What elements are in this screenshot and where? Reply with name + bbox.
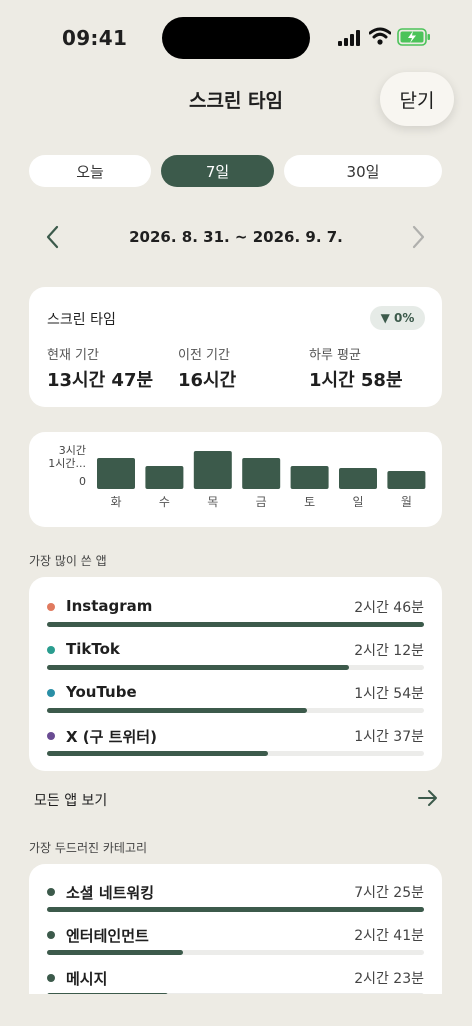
summary-title: 스크린 타임 <box>47 312 116 328</box>
change-badge: ▼ 0% <box>370 306 425 330</box>
wifi-icon <box>369 27 391 45</box>
usage-progress-track <box>47 708 424 713</box>
usage-progress-fill <box>47 665 349 670</box>
categories-card: 소셜 네트워킹 7시간 25분엔터테인먼트 2시간 41분메시지 2시간 23분 <box>29 864 442 994</box>
y-tick-label: 0 <box>79 475 86 488</box>
usage-progress-fill <box>47 907 424 912</box>
chart-bar[interactable] <box>242 458 281 489</box>
category-row-duration: 7시간 25분 <box>354 885 424 901</box>
app-row-name: YouTube <box>66 683 137 701</box>
app-row-name: X (구 트위터) <box>66 728 157 746</box>
x-tick-label: 목 <box>207 495 218 509</box>
app-row-name: TikTok <box>66 640 120 658</box>
tab-7-days[interactable]: 7일 <box>161 155 274 187</box>
top-apps-section-label: 가장 많이 쓴 앱 <box>29 554 107 568</box>
stat-current-label: 현재 기간 <box>47 348 99 363</box>
usage-progress-fill <box>47 751 268 756</box>
close-button[interactable]: 닫기 <box>380 72 454 126</box>
x-tick-label: 수 <box>159 495 170 509</box>
usage-bar-chart: 3시간1시간... 0 화 수 목 금 토 일 월 <box>48 444 426 509</box>
app-row[interactable]: Instagram 2시간 46분 <box>29 597 442 637</box>
tab-30-days[interactable]: 30일 <box>284 155 442 187</box>
see-all-apps-button[interactable]: 모든 앱 보기 <box>29 784 442 814</box>
category-row[interactable]: 엔터테인먼트 2시간 41분 <box>29 925 442 965</box>
see-all-apps-label: 모든 앱 보기 <box>34 793 108 809</box>
status-bar: 09:41 <box>0 0 472 78</box>
category-row-duration: 2시간 41분 <box>354 928 424 944</box>
usage-progress-track <box>47 665 424 670</box>
chevron-right-icon[interactable] <box>405 222 431 252</box>
status-time: 09:41 <box>62 26 128 50</box>
usage-chart-card: 3시간 1시간... 0 화 수 목 금 토 일 월 <box>29 432 442 527</box>
stat-previous-label: 이전 기간 <box>178 348 230 363</box>
usage-progress-track <box>47 622 424 627</box>
chart-bar[interactable] <box>193 451 232 489</box>
app-row-name: Instagram <box>66 597 153 615</box>
color-dot <box>47 931 55 939</box>
x-tick-label: 토 <box>304 495 315 509</box>
summary-card: 스크린 타임 ▼ 0% 현재 기간 13시간 47분 이전 기간 16시간 하루… <box>29 287 442 407</box>
color-dot <box>47 732 55 740</box>
usage-progress-track <box>47 993 424 994</box>
category-row-name: 메시지 <box>66 970 108 988</box>
category-row-duration: 2시간 23분 <box>354 971 424 987</box>
app-row-duration: 1시간 37분 <box>354 729 424 745</box>
app-row-duration: 1시간 54분 <box>354 686 424 702</box>
tab-today[interactable]: 오늘 <box>29 155 151 187</box>
categories-section-label: 가장 두드러진 카테고리 <box>29 841 148 855</box>
x-tick-label: 일 <box>352 495 363 509</box>
stat-current-value: 13시간 47분 <box>47 370 154 391</box>
app-row[interactable]: TikTok 2시간 12분 <box>29 640 442 680</box>
usage-progress-track <box>47 950 424 955</box>
battery-charging-icon <box>397 28 430 46</box>
category-row-name: 소셜 네트워킹 <box>66 884 155 902</box>
chart-bar[interactable] <box>145 466 184 489</box>
usage-progress-fill <box>47 993 168 994</box>
stat-daily-average-label: 하루 평균 <box>309 348 361 363</box>
signal-icon <box>338 30 360 46</box>
usage-progress-track <box>47 907 424 912</box>
category-row[interactable]: 메시지 2시간 23분 <box>29 968 442 994</box>
category-row[interactable]: 소셜 네트워킹 7시간 25분 <box>29 882 442 922</box>
app-row[interactable]: X (구 트위터) 1시간 37분 <box>29 726 442 766</box>
x-tick-label: 화 <box>110 495 121 509</box>
usage-progress-fill <box>47 622 424 627</box>
chart-bar[interactable] <box>339 468 377 489</box>
date-range: 2026. 8. 31. ~ 2026. 9. 7. <box>129 228 343 246</box>
color-dot <box>47 888 55 896</box>
top-apps-card: Instagram 2시간 46분 TikTok 2시간 12분 YouTube 1시간 … <box>29 577 442 771</box>
app-row-duration: 2시간 12분 <box>354 643 424 659</box>
chart-bar[interactable] <box>97 458 135 489</box>
color-dot <box>47 689 55 697</box>
arrow-right-icon <box>418 790 437 806</box>
chart-bar[interactable] <box>290 466 329 489</box>
usage-progress-track <box>47 751 424 756</box>
x-tick-label: 금 <box>256 495 267 509</box>
x-tick-label: 월 <box>401 495 412 509</box>
usage-progress-fill <box>47 708 308 713</box>
stat-daily-average-value: 1시간 58분 <box>309 370 403 391</box>
chart-bar[interactable] <box>387 471 426 489</box>
color-dot <box>47 974 55 982</box>
category-row-name: 엔터테인먼트 <box>66 927 149 945</box>
app-row-duration: 2시간 46분 <box>354 600 424 616</box>
usage-progress-fill <box>47 950 183 955</box>
y-tick-label: 3시간 <box>59 444 86 457</box>
app-row[interactable]: YouTube 1시간 54분 <box>29 683 442 723</box>
color-dot <box>47 646 55 654</box>
dynamic-island <box>162 17 310 59</box>
y-tick-label: 1시간... <box>48 457 86 470</box>
color-dot <box>47 603 55 611</box>
stat-previous-value: 16시간 <box>178 370 237 391</box>
